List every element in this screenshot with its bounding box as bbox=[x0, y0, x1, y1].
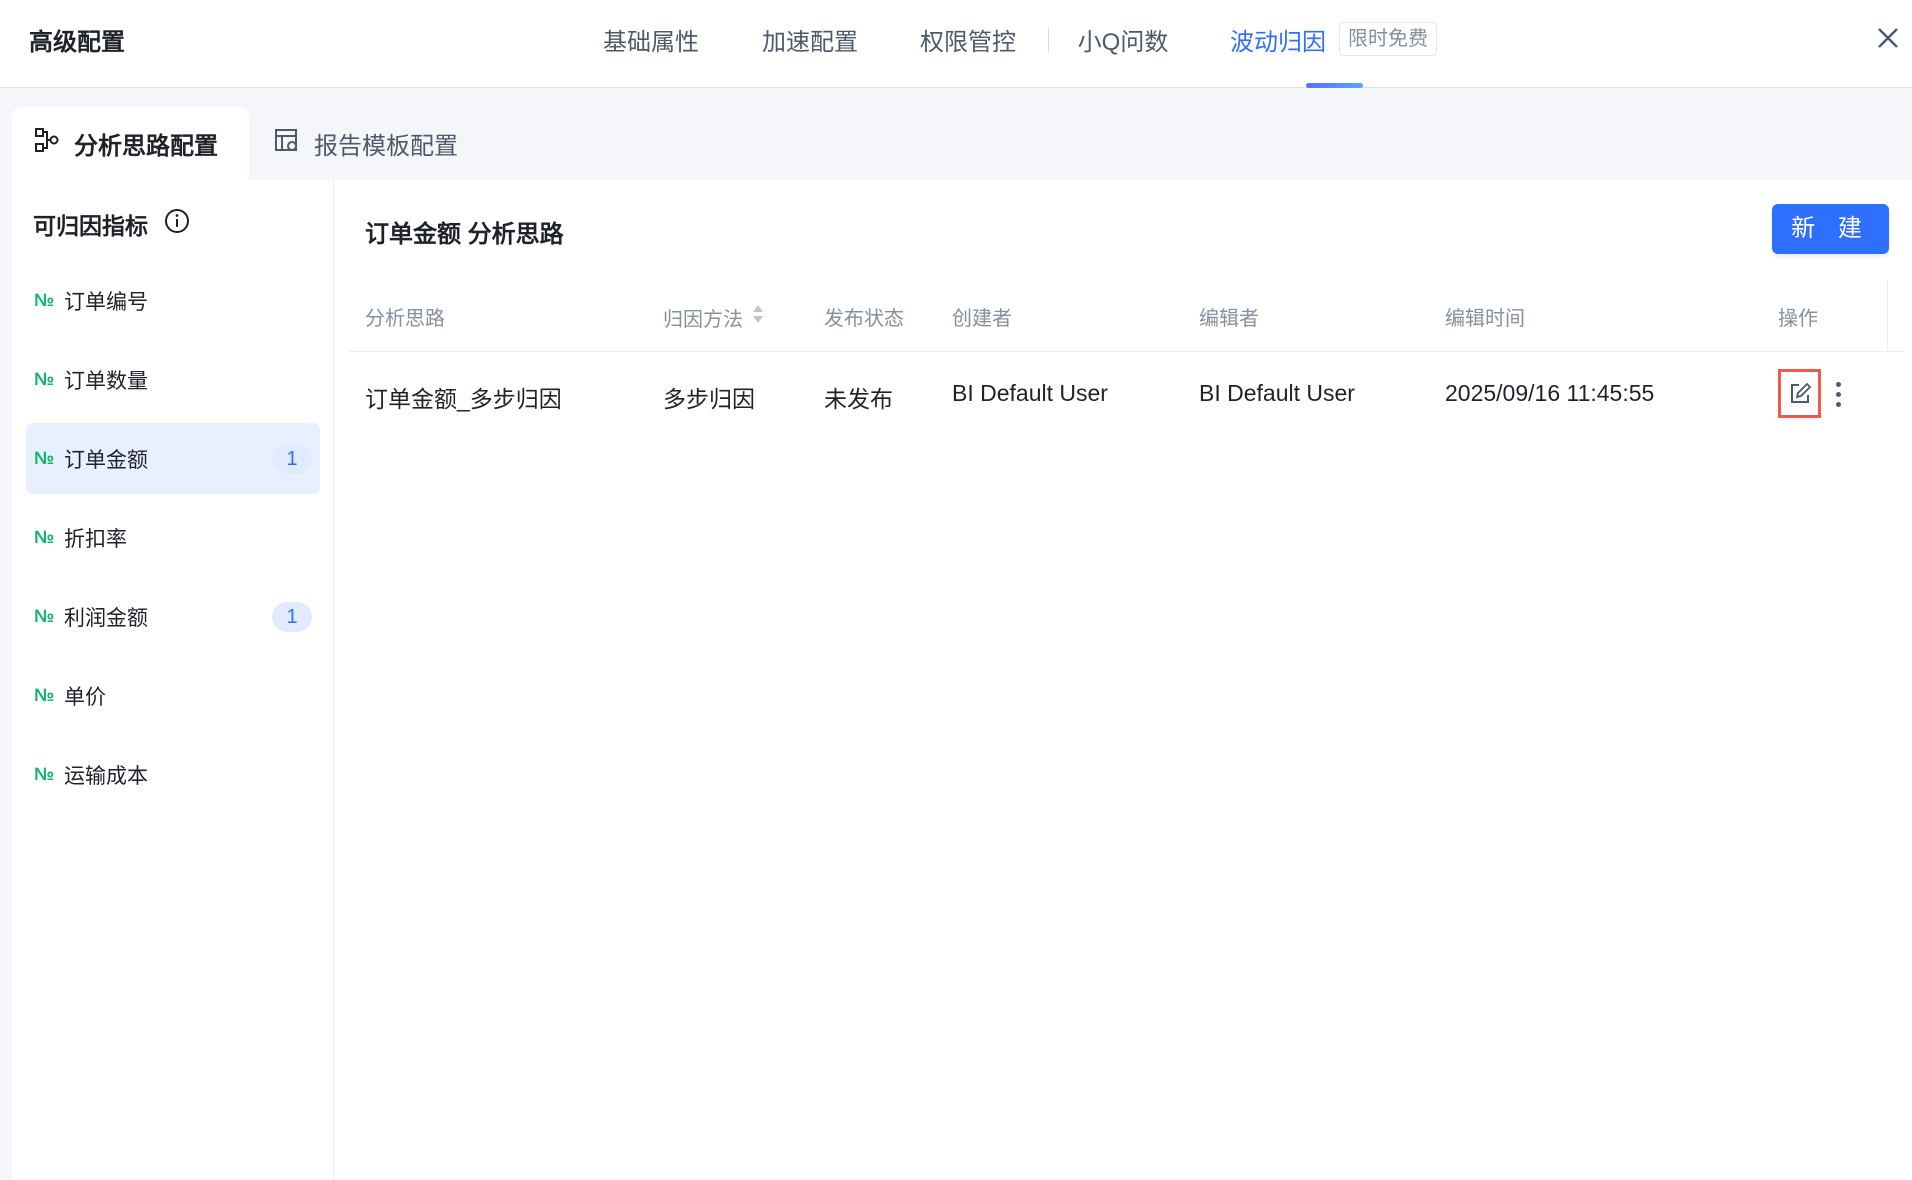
tab-basic[interactable]: 基础属性 bbox=[603, 22, 699, 57]
sidebar-item-label: 订单编号 bbox=[64, 290, 148, 314]
cell-editor: BI Default User bbox=[1199, 380, 1355, 406]
sidebar-item[interactable]: № 单价 bbox=[26, 660, 320, 731]
active-tab-indicator bbox=[1306, 83, 1363, 88]
cell-name[interactable]: 订单金额_多步归因 bbox=[365, 380, 562, 414]
tab-permissions[interactable]: 权限管控 bbox=[920, 22, 1016, 57]
number-icon: № bbox=[34, 448, 55, 468]
number-icon: № bbox=[34, 685, 55, 705]
number-icon: № bbox=[34, 290, 55, 310]
number-icon: № bbox=[34, 606, 55, 626]
tab-acceleration[interactable]: 加速配置 bbox=[762, 22, 858, 57]
number-icon: № bbox=[34, 369, 55, 389]
column-divider bbox=[1887, 280, 1888, 351]
cell-status: 未发布 bbox=[824, 386, 893, 412]
template-icon bbox=[274, 127, 300, 160]
subtab-report-template[interactable]: 报告模板配置 bbox=[274, 126, 458, 161]
sidebar-item-label: 利润金额 bbox=[64, 606, 148, 630]
edit-icon[interactable] bbox=[1778, 369, 1821, 418]
sidebar-item[interactable]: № 订单数量 bbox=[26, 344, 320, 415]
count-badge: 1 bbox=[272, 602, 312, 632]
close-icon[interactable] bbox=[1872, 22, 1904, 54]
cell-creator: BI Default User bbox=[952, 380, 1108, 406]
number-icon: № bbox=[34, 527, 55, 547]
more-icon[interactable] bbox=[1828, 376, 1848, 412]
sidebar-item[interactable]: № 订单金额 1 bbox=[26, 423, 320, 494]
col-header-label: 归因方法 bbox=[663, 308, 743, 331]
new-button[interactable]: 新 建 bbox=[1772, 204, 1889, 254]
col-header-status: 发布状态 bbox=[824, 308, 904, 330]
cell-method: 多步归因 bbox=[663, 386, 755, 412]
count-badge: 1 bbox=[272, 444, 312, 474]
info-icon[interactable] bbox=[164, 208, 190, 240]
sidebar-item-label: 单价 bbox=[64, 685, 106, 709]
free-badge: 限时免费 bbox=[1339, 22, 1437, 56]
tab-divider bbox=[1048, 28, 1049, 52]
sidebar-item-label: 订单数量 bbox=[64, 369, 148, 393]
sidebar-item[interactable]: № 折扣率 bbox=[26, 502, 320, 573]
col-header-method[interactable]: 归因方法 bbox=[663, 302, 765, 332]
sidebar-title: 可归因指标 bbox=[33, 207, 190, 241]
col-header-editor: 编辑者 bbox=[1199, 308, 1259, 330]
col-header-creator: 创建者 bbox=[952, 308, 1012, 330]
col-header-time: 编辑时间 bbox=[1445, 308, 1525, 330]
subtab-label: 分析思路配置 bbox=[74, 133, 218, 160]
tab-xiaoq[interactable]: 小Q问数 bbox=[1078, 22, 1169, 57]
sidebar-item[interactable]: № 订单编号 bbox=[26, 265, 320, 336]
tab-attribution[interactable]: 波动归因 bbox=[1230, 22, 1326, 57]
subtab-label: 报告模板配置 bbox=[314, 133, 458, 160]
sidebar-title-text: 可归因指标 bbox=[33, 213, 148, 239]
sidebar-item-label: 运输成本 bbox=[64, 764, 148, 788]
sort-icon[interactable] bbox=[751, 302, 765, 332]
sidebar-item[interactable]: № 运输成本 bbox=[26, 739, 320, 810]
subtab-analysis[interactable]: 分析思路配置 bbox=[34, 126, 218, 161]
cell-time: 2025/09/16 11:45:55 bbox=[1445, 380, 1655, 406]
sidebar-item-label: 订单金额 bbox=[64, 448, 148, 472]
col-header-name: 分析思路 bbox=[365, 308, 445, 330]
page-title: 高级配置 bbox=[29, 29, 125, 56]
number-icon: № bbox=[34, 764, 55, 784]
sidebar-item-label: 折扣率 bbox=[64, 527, 127, 551]
header-divider bbox=[349, 351, 1904, 352]
col-header-actions: 操作 bbox=[1778, 308, 1818, 330]
sidebar-item[interactable]: № 利润金额 1 bbox=[26, 581, 320, 652]
content-title: 订单金额 分析思路 bbox=[365, 221, 564, 248]
flow-icon bbox=[34, 127, 60, 160]
